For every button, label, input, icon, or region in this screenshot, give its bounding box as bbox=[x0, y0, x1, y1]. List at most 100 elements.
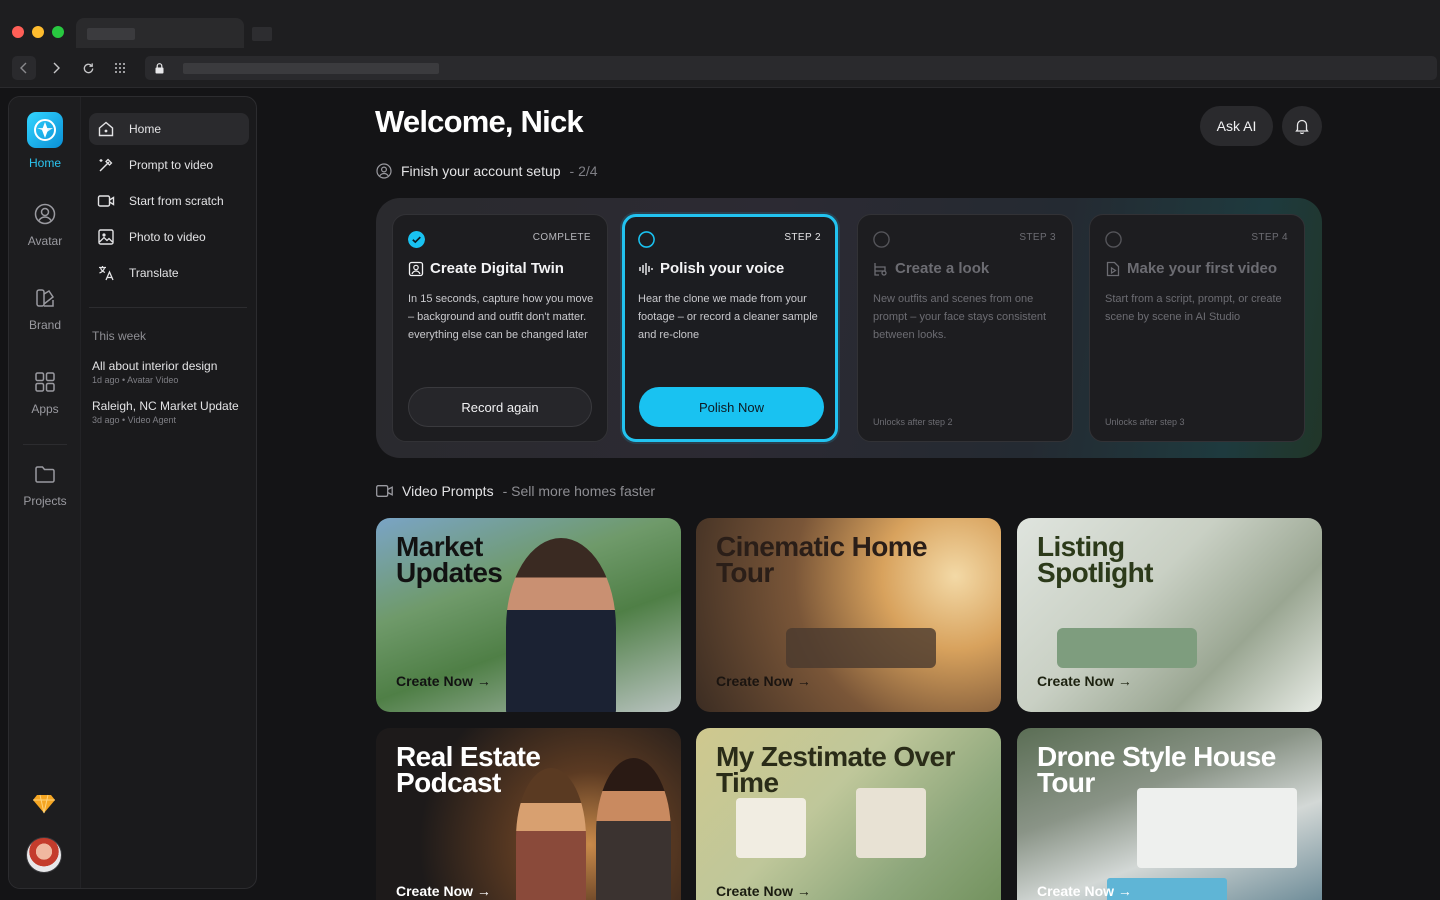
record-again-button[interactable]: Record again bbox=[408, 387, 592, 427]
step-title: Create Digital Twin bbox=[408, 260, 564, 277]
recent-title: All about interior design bbox=[92, 359, 218, 373]
recent-item[interactable]: Raleigh, NC Market Update 3d ago • Video… bbox=[92, 399, 252, 425]
menu-label-start-from-scratch: Start from scratch bbox=[129, 194, 224, 208]
tile-cta[interactable]: Create Now → bbox=[396, 883, 491, 899]
step-description: In 15 seconds, capture how you move – ba… bbox=[408, 293, 594, 341]
step-title: Make your first video bbox=[1105, 260, 1277, 277]
tile-title: Market Updates bbox=[396, 531, 503, 588]
notifications-button[interactable] bbox=[1282, 106, 1322, 146]
forward-button[interactable] bbox=[44, 56, 68, 80]
step-title-text: Polish your voice bbox=[660, 260, 785, 277]
avatar-icon bbox=[34, 203, 56, 225]
tile-cta[interactable]: Create Now → bbox=[396, 673, 491, 689]
new-tab-button[interactable] bbox=[252, 27, 272, 41]
setup-progress: - 2/4 bbox=[569, 163, 598, 179]
rail-item-brand[interactable]: Brand bbox=[9, 286, 81, 332]
prompt-tile-cinematic-home-tour[interactable]: Cinematic Home Tour Create Now → bbox=[696, 518, 1001, 712]
step-tag: COMPLETE bbox=[532, 232, 591, 243]
setup-steps-panel: COMPLETE Create Digital Twin In 15 secon… bbox=[376, 198, 1322, 458]
bell-icon bbox=[1295, 119, 1309, 134]
icon-rail: Home Avatar Brand Apps Projects bbox=[9, 97, 81, 888]
rail-label-avatar: Avatar bbox=[27, 234, 63, 248]
step-description: Hear the clone we made from your footage… bbox=[638, 293, 818, 341]
menu-label-home: Home bbox=[129, 122, 162, 136]
video-prompts-header: Video Prompts - Sell more homes faster bbox=[376, 483, 655, 499]
step-title-text: Create Digital Twin bbox=[430, 260, 564, 277]
rail-item-home[interactable]: Home bbox=[9, 112, 81, 170]
tab-title-placeholder bbox=[87, 28, 135, 40]
rail-label-apps: Apps bbox=[31, 402, 59, 416]
folder-icon bbox=[35, 466, 55, 483]
sidebar: Home Avatar Brand Apps Projects Home Pro… bbox=[8, 96, 257, 889]
check-circle-icon bbox=[408, 231, 425, 248]
menu-item-start-from-scratch[interactable]: Start from scratch bbox=[89, 185, 249, 217]
menu-label-translate: Translate bbox=[129, 266, 179, 280]
menu-item-prompt-to-video[interactable]: Prompt to video bbox=[89, 149, 249, 181]
guest-image bbox=[596, 758, 671, 900]
polish-now-button[interactable]: Polish Now bbox=[639, 387, 824, 427]
menu-label-photo-to-video: Photo to video bbox=[129, 230, 206, 244]
sofa-image bbox=[786, 628, 936, 668]
prompt-tile-drone-house-tour[interactable]: Drone Style House Tour Create Now → bbox=[1017, 728, 1322, 900]
user-avatar[interactable] bbox=[26, 837, 62, 873]
browser-nav bbox=[12, 56, 132, 80]
url-placeholder bbox=[183, 63, 439, 74]
account-setup-header: Finish your account setup - 2/4 bbox=[376, 163, 598, 179]
tile-cta[interactable]: Create Now → bbox=[716, 883, 811, 899]
prompt-tile-listing-spotlight[interactable]: Listing Spotlight Create Now → bbox=[1017, 518, 1322, 712]
menu-label-prompt-to-video: Prompt to video bbox=[129, 158, 214, 172]
rail-label-brand: Brand bbox=[28, 318, 62, 332]
browser-chrome bbox=[0, 0, 1440, 88]
ask-ai-button[interactable]: Ask AI bbox=[1200, 106, 1273, 146]
rail-label-projects: Projects bbox=[23, 494, 67, 508]
lock-icon bbox=[151, 61, 167, 75]
step-description: New outfits and scenes from one prompt –… bbox=[873, 293, 1047, 341]
portrait-icon bbox=[408, 261, 424, 276]
prompt-tile-my-zestimate[interactable]: My Zestimate Over Time Create Now → bbox=[696, 728, 1001, 900]
menu-item-home[interactable]: Home bbox=[89, 113, 249, 145]
close-window-button[interactable] bbox=[12, 26, 24, 38]
tile-title: Listing Spotlight bbox=[1037, 531, 1154, 588]
page-title: Welcome, Nick bbox=[375, 104, 584, 139]
minimize-window-button[interactable] bbox=[32, 26, 44, 38]
back-button[interactable] bbox=[12, 56, 36, 80]
tile-cta[interactable]: Create Now → bbox=[716, 673, 811, 689]
rail-label-home: Home bbox=[28, 156, 61, 170]
menu-item-photo-to-video[interactable]: Photo to video bbox=[89, 221, 249, 253]
this-week-heading: This week bbox=[92, 329, 147, 343]
house-model-image bbox=[736, 798, 806, 858]
step-card-digital-twin: COMPLETE Create Digital Twin In 15 secon… bbox=[392, 214, 608, 442]
browser-tab[interactable] bbox=[76, 18, 244, 48]
chevron-right-icon bbox=[53, 62, 60, 74]
address-bar[interactable] bbox=[145, 56, 1437, 80]
rail-item-projects[interactable]: Projects bbox=[9, 462, 81, 508]
step-card-first-video: STEP 4 Make your first video Start from … bbox=[1089, 214, 1305, 442]
empty-circle-icon bbox=[1105, 231, 1122, 248]
home-icon bbox=[98, 121, 114, 137]
reload-button[interactable] bbox=[76, 56, 100, 80]
brand-icon bbox=[36, 289, 55, 307]
window-controls bbox=[12, 26, 64, 38]
extensions-button[interactable] bbox=[108, 56, 132, 80]
video-prompts-title: Video Prompts bbox=[402, 483, 494, 499]
tile-cta[interactable]: Create Now → bbox=[1037, 673, 1132, 689]
step-tag: STEP 4 bbox=[1251, 232, 1288, 243]
prompt-tile-real-estate-podcast[interactable]: Real Estate Podcast Create Now → bbox=[376, 728, 681, 900]
reload-icon bbox=[83, 62, 93, 73]
hanger-icon bbox=[874, 262, 887, 276]
recent-item[interactable]: All about interior design 1d ago • Avata… bbox=[92, 359, 252, 385]
premium-gem-icon[interactable] bbox=[33, 794, 55, 819]
apps-icon bbox=[35, 372, 55, 392]
unlock-note: Unlocks after step 2 bbox=[873, 417, 953, 427]
user-circle-icon bbox=[376, 163, 392, 179]
step-title-text: Create a look bbox=[895, 260, 990, 277]
menu-item-translate[interactable]: Translate bbox=[89, 257, 249, 289]
rail-item-avatar[interactable]: Avatar bbox=[9, 202, 81, 248]
maximize-window-button[interactable] bbox=[52, 26, 64, 38]
video-camera-icon bbox=[97, 195, 115, 207]
setup-label: Finish your account setup bbox=[401, 163, 561, 179]
rail-item-apps[interactable]: Apps bbox=[9, 370, 81, 416]
step-tag: STEP 2 bbox=[784, 232, 821, 243]
tile-cta[interactable]: Create Now → bbox=[1037, 883, 1132, 899]
prompt-tile-market-updates[interactable]: Market Updates Create Now → bbox=[376, 518, 681, 712]
